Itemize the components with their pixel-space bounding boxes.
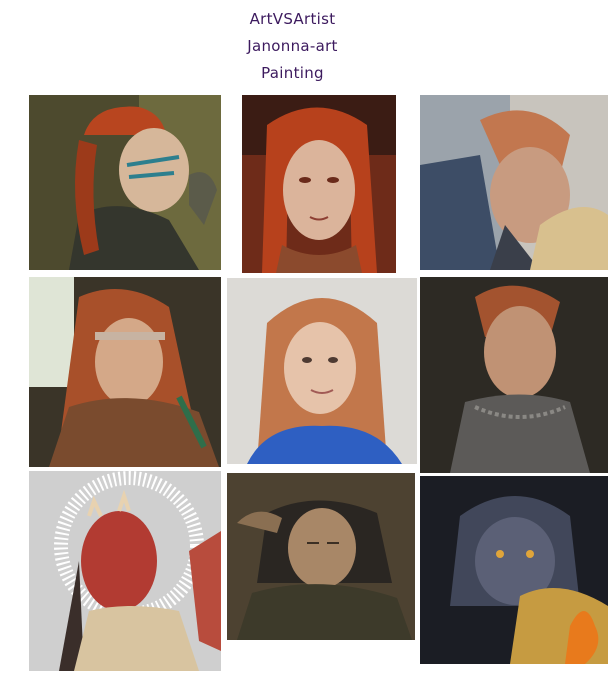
- tile-artist-photo[interactable]: [227, 278, 417, 464]
- tile-lying-dark-haired-person[interactable]: [227, 473, 415, 640]
- tile-lion-creature[interactable]: [420, 476, 608, 664]
- tile-braided-red-hair-woman[interactable]: [242, 95, 396, 273]
- tile-warpaint-ponytail-woman[interactable]: [29, 95, 221, 270]
- tile-red-horned-alien[interactable]: [29, 471, 221, 671]
- tile-blond-man-with-skull[interactable]: [420, 95, 608, 270]
- page-title: ArtVSArtist: [249, 10, 336, 28]
- tile-headband-woman[interactable]: [29, 277, 221, 467]
- header: ArtVSArtist Janonna-art Painting: [0, 6, 585, 87]
- medium-label: Painting: [261, 64, 324, 82]
- artist-name: Janonna-art: [247, 37, 338, 55]
- tile-chainmail-woman[interactable]: [420, 277, 608, 473]
